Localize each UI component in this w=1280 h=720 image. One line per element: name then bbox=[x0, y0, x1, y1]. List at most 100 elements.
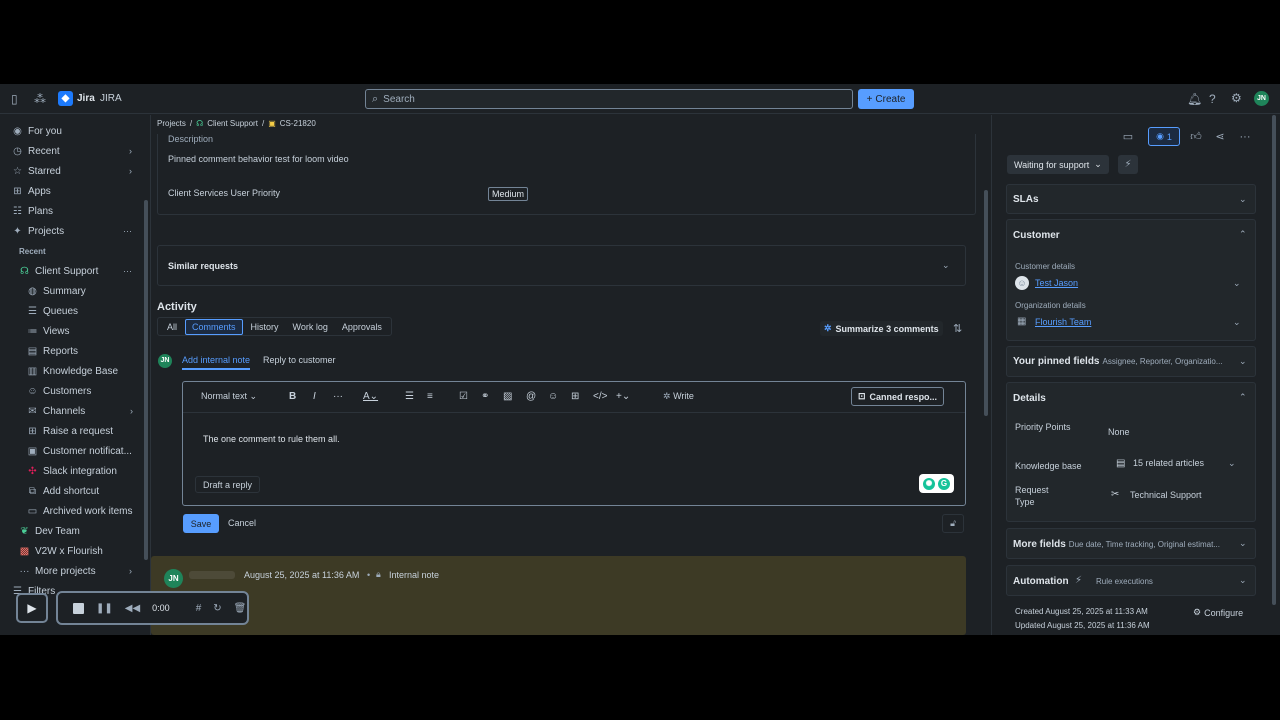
knowledge-base-value[interactable]: 15 related articles bbox=[1133, 458, 1204, 468]
sidebar-item-knowledge-base[interactable]: ▥ Knowledge Base bbox=[27, 363, 133, 379]
org-name-link[interactable]: Flourish Team bbox=[1035, 317, 1091, 327]
breadcrumb-issue-key[interactable]: CS-21820 bbox=[280, 119, 316, 128]
summarize-comments-button[interactable]: ✲ Summarize 3 comments bbox=[820, 321, 943, 336]
lock-icon[interactable]: 🔓︎ bbox=[942, 514, 964, 533]
sidebar-item-slack-integration[interactable]: ✣ Slack integration bbox=[27, 463, 133, 479]
numbered-list-icon[interactable]: ≡ bbox=[427, 391, 433, 402]
more-formatting-icon[interactable]: ··· bbox=[333, 391, 343, 402]
share-icon[interactable]: ⋖ bbox=[1210, 128, 1230, 146]
priority-value[interactable]: Medium bbox=[488, 187, 529, 201]
main-scrollbar[interactable] bbox=[984, 190, 988, 416]
tab-all[interactable]: All bbox=[161, 320, 183, 334]
chevron-down-icon[interactable]: ⌄ bbox=[942, 260, 950, 271]
sidebar-item-summary[interactable]: ◍ Summary bbox=[27, 283, 133, 299]
text-color-icon[interactable]: A⌄ bbox=[363, 391, 378, 402]
more-fields-panel[interactable]: More fields Due date, Time tracking, Orig… bbox=[1006, 528, 1256, 559]
tab-history[interactable]: History bbox=[245, 320, 285, 334]
help-icon[interactable]: ? bbox=[1209, 93, 1216, 105]
cancel-button[interactable]: Cancel bbox=[228, 518, 256, 528]
sidebar-item-reports[interactable]: ▤ Reports bbox=[27, 343, 133, 359]
restart-icon[interactable]: ↻ bbox=[213, 603, 221, 614]
comment-editor[interactable]: Normal text ⌄ B I ··· A⌄ ☰ ≡ ☑ ⚭ ▨ @ ☺ ⊞… bbox=[182, 381, 966, 506]
bold-icon[interactable]: B bbox=[289, 391, 296, 402]
sidebar-item-add-shortcut[interactable]: ⧉ Add shortcut bbox=[27, 483, 133, 499]
description-text[interactable]: Pinned comment behavior test for loom vi… bbox=[168, 154, 349, 164]
chevron-down-icon[interactable]: ⌄ bbox=[1233, 278, 1241, 289]
customer-name-link[interactable]: Test Jason bbox=[1035, 278, 1078, 288]
comment-timestamp[interactable]: August 25, 2025 at 11:36 AM bbox=[244, 570, 359, 580]
search-box[interactable]: ⌕ bbox=[365, 89, 853, 109]
breadcrumb-projects[interactable]: Projects bbox=[157, 119, 186, 128]
link-icon[interactable]: ⚭ bbox=[481, 391, 489, 402]
sidebar-project-v2w-flourish[interactable]: ▩ V2W x Flourish bbox=[19, 543, 139, 559]
sidebar-item-raise-request[interactable]: ⊞ Raise a request bbox=[27, 423, 133, 439]
draft-reply-button[interactable]: Draft a reply bbox=[195, 476, 261, 493]
request-type-value[interactable]: Technical Support bbox=[1130, 490, 1202, 500]
table-icon[interactable]: ⊞ bbox=[571, 391, 579, 402]
more-icon[interactable]: ··· bbox=[123, 266, 132, 276]
tab-approvals[interactable]: Approvals bbox=[336, 320, 388, 334]
thumbs-up-icon[interactable]: 👍︎ bbox=[1186, 128, 1206, 146]
pinned-fields-panel[interactable]: Your pinned fields Assignee, Reporter, Or… bbox=[1006, 346, 1256, 377]
automation-bolt-icon[interactable]: ⚡︎ bbox=[1118, 155, 1138, 174]
sidebar-item-apps[interactable]: ⊞ Apps bbox=[12, 183, 132, 199]
sidebar-item-views[interactable]: ≔ Views bbox=[27, 323, 133, 339]
more-actions-icon[interactable]: ··· bbox=[1235, 128, 1255, 146]
tab-reply-to-customer[interactable]: Reply to customer bbox=[263, 355, 336, 365]
canned-responses-button[interactable]: ⊡ Canned respo... bbox=[851, 387, 945, 406]
configure-button[interactable]: ⚙ Configure bbox=[1193, 607, 1243, 618]
sidebar-item-queues[interactable]: ☰ Queues bbox=[27, 303, 133, 319]
code-icon[interactable]: </> bbox=[593, 391, 607, 402]
sidebar-item-for-you[interactable]: ◉ For you bbox=[12, 123, 132, 139]
sidebar-item-recent[interactable]: ◷ Recent › bbox=[12, 143, 132, 159]
pause-icon[interactable]: ❚❚ bbox=[96, 603, 113, 614]
priority-points-value[interactable]: None bbox=[1108, 427, 1130, 437]
customer-title[interactable]: Customer bbox=[1013, 230, 1060, 241]
similar-requests-panel[interactable]: Similar requests ⌄ bbox=[157, 245, 966, 286]
camera-toggle-icon[interactable]: ▶︎ bbox=[16, 593, 48, 623]
sidebar-item-archived[interactable]: ▭ Archived work items bbox=[27, 503, 133, 519]
sidebar-item-projects[interactable]: ✦ Projects ··· bbox=[12, 223, 132, 239]
notifications-bell-icon[interactable]: 🔔︎ bbox=[1187, 93, 1202, 105]
sidebar-more-projects[interactable]: ··· More projects › bbox=[19, 563, 133, 579]
search-input[interactable] bbox=[383, 93, 824, 105]
right-panel-scrollbar[interactable] bbox=[1272, 115, 1276, 605]
brand-name[interactable]: Jira bbox=[77, 93, 95, 104]
details-title[interactable]: Details bbox=[1013, 393, 1046, 404]
jira-logo-icon[interactable]: ◆ bbox=[58, 91, 73, 106]
editor-content[interactable]: The one comment to rule them all. bbox=[203, 434, 340, 444]
feedback-icon[interactable]: ▭ bbox=[1118, 128, 1138, 146]
mention-icon[interactable]: @ bbox=[526, 391, 536, 402]
chevron-down-icon[interactable]: ⌄ bbox=[1228, 458, 1236, 469]
sidebar-toggle-icon[interactable]: ▯ bbox=[11, 93, 18, 105]
chevron-down-icon[interactable]: ⌄ bbox=[1233, 317, 1241, 328]
slas-panel[interactable]: SLAs ⌄ bbox=[1006, 184, 1256, 214]
sidebar-item-starred[interactable]: ☆ Starred › bbox=[12, 163, 132, 179]
user-avatar[interactable]: JN bbox=[1254, 91, 1269, 106]
create-button[interactable]: + Create bbox=[858, 89, 914, 109]
sidebar-scrollbar[interactable] bbox=[144, 200, 148, 560]
italic-icon[interactable]: I bbox=[313, 391, 316, 402]
watch-button[interactable]: ◉ 1 bbox=[1148, 127, 1180, 146]
status-dropdown[interactable]: Waiting for support ⌄ bbox=[1007, 155, 1109, 174]
image-icon[interactable]: ▨ bbox=[503, 391, 512, 402]
tab-comments[interactable]: Comments bbox=[185, 318, 243, 335]
emoji-icon[interactable]: ☺ bbox=[548, 391, 558, 402]
save-button[interactable]: Save bbox=[183, 514, 219, 533]
grid-icon[interactable]: # bbox=[196, 603, 202, 614]
insert-plus-icon[interactable]: +⌄ bbox=[616, 391, 630, 402]
breadcrumb-project[interactable]: Client Support bbox=[207, 119, 258, 128]
sort-icon[interactable]: ⇅ bbox=[953, 322, 962, 335]
site-name[interactable]: JIRA bbox=[100, 93, 122, 104]
bullet-list-icon[interactable]: ☰ bbox=[405, 391, 414, 402]
text-style-dropdown[interactable]: Normal text ⌄ bbox=[201, 391, 257, 402]
sidebar-item-customer-notifications[interactable]: ▣ Customer notificat... bbox=[27, 443, 133, 459]
sidebar-item-channels[interactable]: ✉ Channels › bbox=[27, 403, 133, 419]
app-switcher-icon[interactable]: ⁂ bbox=[34, 93, 46, 105]
chevron-up-icon[interactable]: ⌃ bbox=[1239, 392, 1247, 403]
write-ai-button[interactable]: ✲ Write bbox=[663, 391, 694, 402]
checkbox-icon[interactable]: ☑ bbox=[459, 391, 468, 402]
trash-icon[interactable]: 🗑︎ bbox=[234, 603, 247, 614]
sidebar-project-dev-team[interactable]: ❦ Dev Team bbox=[19, 523, 139, 539]
tab-work-log[interactable]: Work log bbox=[287, 320, 334, 334]
